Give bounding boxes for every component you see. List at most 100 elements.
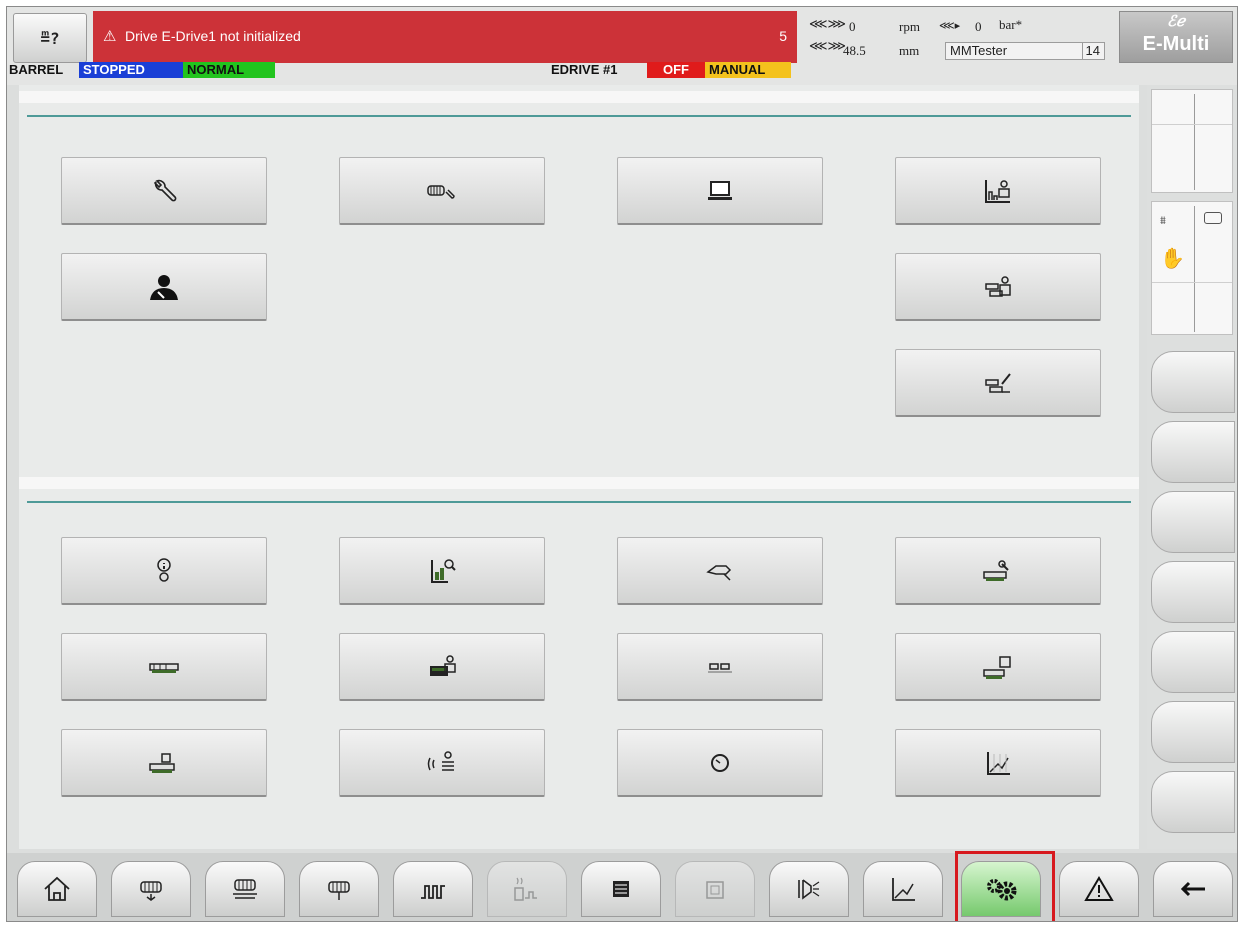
clock-button[interactable] <box>617 729 823 797</box>
nav-io[interactable] <box>675 861 755 917</box>
section-header-top <box>19 91 1139 103</box>
monitor-icon <box>708 180 732 200</box>
user-level: 14 <box>1081 43 1100 59</box>
status-indicator-box <box>1151 89 1233 193</box>
hmi-button[interactable] <box>617 157 823 225</box>
card-user-icon <box>430 654 456 676</box>
mold-icon <box>1204 212 1222 224</box>
position-unit: mm <box>899 43 920 58</box>
drive-calibrate-button[interactable] <box>617 537 823 605</box>
graph-icon <box>987 751 1010 775</box>
barrel-label: BARREL <box>9 62 64 77</box>
nav-list[interactable] <box>581 861 661 917</box>
side-button-5[interactable] <box>1151 631 1235 693</box>
cooling-icon <box>514 877 537 901</box>
user-wrench-icon <box>150 274 178 300</box>
info-icon <box>157 557 171 582</box>
machine-status-panel: ⋘⋙ 0 rpm ⋘▸ 0 bar* ⋘⋙ 48.5 mm MMTester 1… <box>803 11 1115 63</box>
alarm-message: Drive E-Drive1 not initialized <box>125 28 301 44</box>
barrel-heating-icon <box>233 879 257 899</box>
machine-display-icon <box>983 655 1011 679</box>
nav-alarms[interactable] <box>1059 861 1139 917</box>
side-button-1[interactable] <box>1151 351 1235 413</box>
drive-label: EDRIVE #1 <box>551 62 618 77</box>
section-header-bottom <box>19 477 1139 489</box>
speed-value: 0 <box>849 19 856 34</box>
barrel-mode-badge: NORMAL <box>183 62 275 78</box>
log-search-icon <box>431 558 456 583</box>
nav-home[interactable] <box>17 861 97 917</box>
manual-hand-icon: ✋ <box>1160 246 1185 270</box>
chart-user-icon <box>985 179 1010 203</box>
drive-setup-button[interactable] <box>339 157 545 225</box>
side-button-2[interactable] <box>1151 421 1235 483</box>
machine-io-icon <box>149 752 175 773</box>
back-arrow-icon <box>1180 881 1205 897</box>
position-value: 48.5 <box>843 43 866 58</box>
side-button-7[interactable] <box>1151 771 1235 833</box>
alarm-banner[interactable]: ⚠ Drive E-Drive1 not initialized 5 <box>93 11 797 63</box>
modules-icon <box>708 662 732 672</box>
machine-display-button[interactable] <box>895 633 1101 701</box>
nav-graph[interactable] <box>863 861 943 917</box>
logo-name: E-Multi <box>1142 33 1210 55</box>
user-management-button[interactable] <box>61 253 267 321</box>
settings-highlight-box <box>955 851 1055 921</box>
graph-button[interactable] <box>895 729 1101 797</box>
warning-triangle-icon: ⚠ <box>103 28 117 45</box>
service-wrench-button[interactable] <box>61 157 267 225</box>
machine-wrench-icon <box>983 559 1009 581</box>
nav-cooling[interactable] <box>487 861 567 917</box>
nozzle-icon <box>798 879 820 900</box>
nav-injection[interactable] <box>111 861 191 917</box>
clock-icon <box>711 753 729 772</box>
modules-button[interactable] <box>617 633 823 701</box>
drive-state-badge: OFF <box>647 62 705 78</box>
machine-io-button[interactable] <box>61 729 267 797</box>
header: ≞? ⚠ Drive E-Drive1 not initialized 5 ⋘⋙… <box>7 7 1237 85</box>
nav-back[interactable] <box>1153 861 1233 917</box>
logout-button[interactable]: ≞? <box>13 13 87 63</box>
user-field[interactable]: MMTester 14 <box>945 42 1105 60</box>
machine-wrench-button[interactable] <box>895 537 1101 605</box>
side-button-4[interactable] <box>1151 561 1235 623</box>
right-panel: ⩩ ✋ <box>1147 85 1237 849</box>
settings-panel <box>19 85 1139 849</box>
home-icon <box>44 876 70 901</box>
pressure-icon: ⋘▸ <box>939 20 961 32</box>
io-icon <box>706 881 724 899</box>
barrel-state-badge: STOPPED <box>79 62 183 78</box>
nav-barrel-heating[interactable] <box>205 861 285 917</box>
machine-overview-button[interactable] <box>61 633 267 701</box>
machine-edit-icon <box>985 372 1011 393</box>
list-icon <box>613 881 629 897</box>
section-divider-top <box>27 115 1131 117</box>
section-divider-bottom <box>27 501 1131 503</box>
network-user-icon <box>427 750 454 771</box>
drive-calibrate-icon <box>706 564 732 581</box>
screw-icon <box>328 881 350 900</box>
side-button-6[interactable] <box>1151 701 1235 763</box>
heater-icon: ⩩ <box>1160 214 1166 227</box>
hmi-screen: ≞? ⚠ Drive E-Drive1 not initialized 5 ⋘⋙… <box>6 6 1238 922</box>
graph-icon <box>892 878 915 901</box>
process-user-button[interactable] <box>895 157 1101 225</box>
speed-unit: rpm <box>899 19 920 34</box>
nav-nozzle[interactable] <box>769 861 849 917</box>
nav-screw[interactable] <box>299 861 379 917</box>
card-user-button[interactable] <box>339 633 545 701</box>
drive-wrench-icon <box>427 184 455 199</box>
machine-overview-icon <box>149 662 179 673</box>
log-search-button[interactable] <box>339 537 545 605</box>
network-user-button[interactable] <box>339 729 545 797</box>
machine-user-icon <box>985 275 1011 297</box>
info-button[interactable] <box>61 537 267 605</box>
logout-icon: ≞? <box>40 28 60 48</box>
nav-temperature[interactable] <box>393 861 473 917</box>
drive-mode-badge: MANUAL <box>705 62 791 78</box>
user-name: MMTester <box>950 43 1008 58</box>
machine-user-button[interactable] <box>895 253 1101 321</box>
side-button-3[interactable] <box>1151 491 1235 553</box>
machine-edit-button[interactable] <box>895 349 1101 417</box>
injection-icon <box>140 881 162 901</box>
